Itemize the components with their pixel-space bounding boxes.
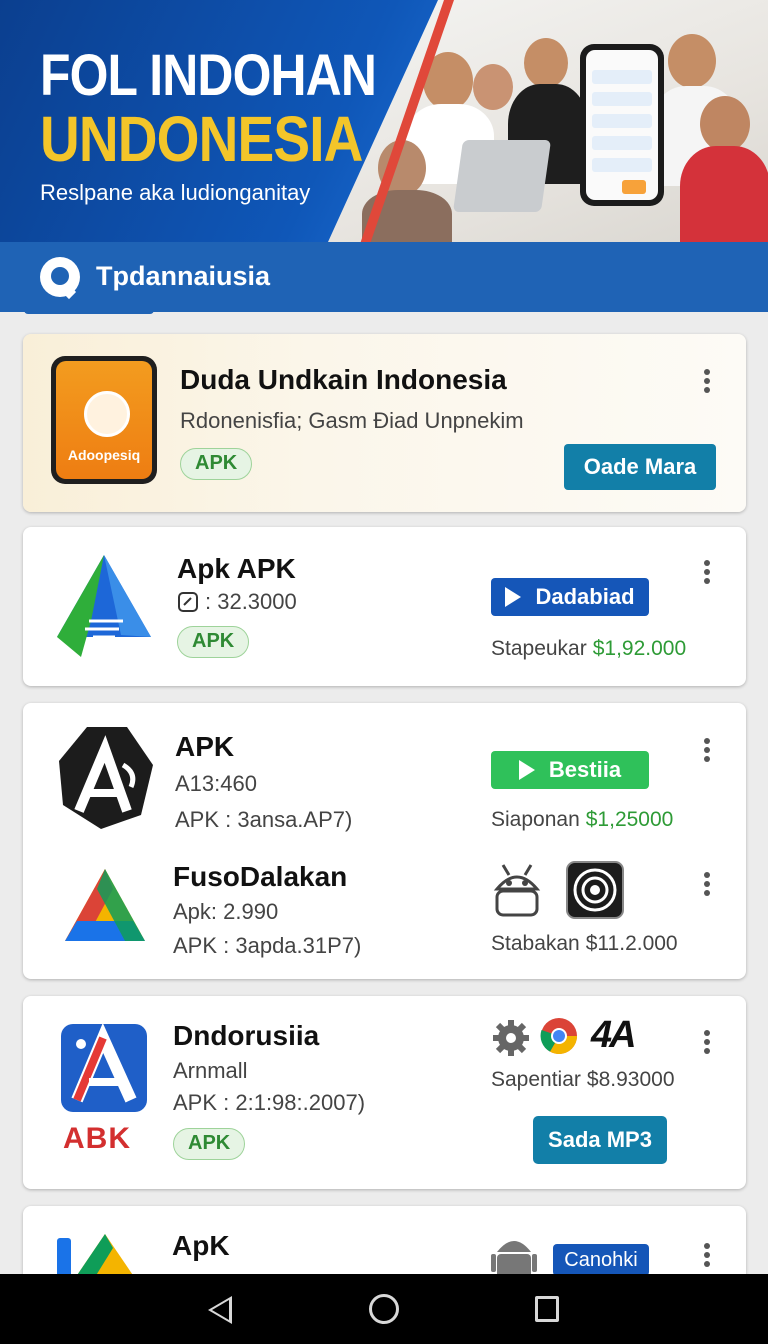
- price-label: Stabakan: [491, 932, 580, 955]
- camera-lens-icon: [566, 861, 624, 919]
- download-button-label: Dadabiad: [535, 584, 635, 609]
- app-meta: : 32.3000: [205, 589, 297, 614]
- person-figure: [668, 34, 716, 88]
- more-options-icon[interactable]: [697, 1240, 717, 1270]
- app-price: Stabakan $11.2.000: [491, 932, 678, 956]
- app-card[interactable]: APK A13:460 APK : 3ansa.AP7) Bestiia Sia…: [23, 703, 746, 979]
- more-options-icon[interactable]: [697, 735, 717, 765]
- a-logo-app-icon: [59, 727, 153, 829]
- featured-app-card[interactable]: Adoopesiq Duda Undkain Indonesia Rdoneni…: [23, 334, 746, 512]
- android-icon: [491, 1241, 537, 1280]
- app-title: ApK: [172, 1230, 230, 1261]
- search-icon[interactable]: [40, 257, 80, 297]
- app-title: FusoDalakan: [173, 861, 348, 892]
- install-button[interactable]: Bestiia: [491, 751, 649, 789]
- app-title: Dndorusiia: [173, 1020, 320, 1051]
- person-figure: [700, 96, 750, 152]
- phone-image: [580, 44, 664, 206]
- action-button[interactable]: Sada MP3: [533, 1116, 667, 1164]
- chat-bubble-icon: [84, 391, 130, 437]
- app-price: Sapentiar $8.93000: [491, 1068, 675, 1092]
- triangle-app-icon: [57, 555, 151, 657]
- apk-badge: APK: [173, 1128, 246, 1160]
- tab-indicator: [24, 310, 154, 314]
- featured-action-button[interactable]: Oade Mara: [564, 444, 716, 490]
- apk-badge: APK: [180, 448, 253, 480]
- price-value: $1,25000: [585, 808, 674, 831]
- system-nav-bar: [0, 1274, 768, 1344]
- banner-subtitle: Reslpane aka ludionganitay: [40, 180, 311, 205]
- play-icon: [518, 760, 535, 780]
- price-value: $11.2.000: [585, 932, 678, 955]
- banner-photo: [328, 0, 768, 242]
- more-options-icon[interactable]: [697, 869, 717, 899]
- play-icon: [505, 587, 522, 607]
- home-icon[interactable]: [369, 1294, 399, 1324]
- drive-app-icon: [65, 869, 145, 941]
- price-label: Stapeukar: [491, 637, 587, 660]
- more-options-icon[interactable]: [697, 1027, 717, 1057]
- price-label: Siaponan: [491, 808, 580, 831]
- app-package: APK : 3apda.31P7): [173, 933, 362, 958]
- search-label: Tpdannaiusia: [96, 261, 271, 291]
- app-meta: Arnmall: [173, 1058, 248, 1083]
- app-price: Siaponan $1,25000: [491, 808, 673, 832]
- price-value: $1,92.000: [592, 637, 687, 660]
- back-icon[interactable]: [208, 1296, 232, 1324]
- banner-title-highlight: UNDONESIA: [40, 103, 363, 175]
- search-bar[interactable]: Tpdannaiusia: [0, 242, 768, 312]
- promo-banner[interactable]: FOL INDOHAN UNDONESIA Reslpane aka ludio…: [0, 0, 768, 242]
- featured-app-subtitle: Rdonenisfia; Gasm Ðiad Unpnekim: [180, 408, 524, 433]
- app-price: Stapeukar $1,92.000: [491, 637, 686, 661]
- banner-title: FOL INDOHAN: [40, 43, 377, 108]
- price-value: $8.93000: [586, 1068, 675, 1091]
- recent-apps-icon[interactable]: [535, 1296, 559, 1322]
- app-package: APK : 2:1:98:.2007): [173, 1090, 366, 1115]
- featured-app-icon-label: Adoopesiq: [67, 447, 141, 463]
- gear-icon: [493, 1020, 529, 1056]
- person-figure: [473, 64, 513, 110]
- more-options-icon[interactable]: [697, 366, 717, 396]
- action-button[interactable]: Canohki: [553, 1244, 649, 1276]
- android-robot-icon: [493, 864, 541, 917]
- app-card[interactable]: Apk APK : 32.3000 APK Dadabiad Stapeukar…: [23, 527, 746, 686]
- brand-logo-text: 4A: [591, 1014, 637, 1056]
- app-title: Apk APK: [177, 553, 296, 584]
- install-button-label: Bestiia: [548, 757, 622, 782]
- more-options-icon[interactable]: [697, 557, 717, 587]
- app-package: APK : 3ansa.AP7): [175, 807, 353, 832]
- apk-badge: APK: [177, 626, 250, 658]
- store-app-icon: [61, 1022, 147, 1112]
- app-meta: Apk: 2.990: [173, 899, 279, 924]
- download-button[interactable]: Dadabiad: [491, 578, 649, 616]
- person-figure: [680, 146, 768, 242]
- price-label: Sapentiar: [491, 1068, 581, 1091]
- chrome-icon: [540, 1018, 577, 1055]
- featured-app-icon: Adoopesiq: [51, 356, 157, 484]
- featured-app-title: Duda Undkain Indonesia: [180, 364, 507, 395]
- app-meta: A13:460: [175, 771, 257, 796]
- link-icon: [178, 592, 198, 612]
- app-title: APK: [175, 731, 235, 762]
- laptop-image: [452, 140, 552, 212]
- app-card[interactable]: ABK Dndorusiia Arnmall APK : 2:1:98:.200…: [23, 996, 746, 1189]
- person-figure: [524, 38, 568, 88]
- abk-logo-text: ABK: [63, 1122, 131, 1155]
